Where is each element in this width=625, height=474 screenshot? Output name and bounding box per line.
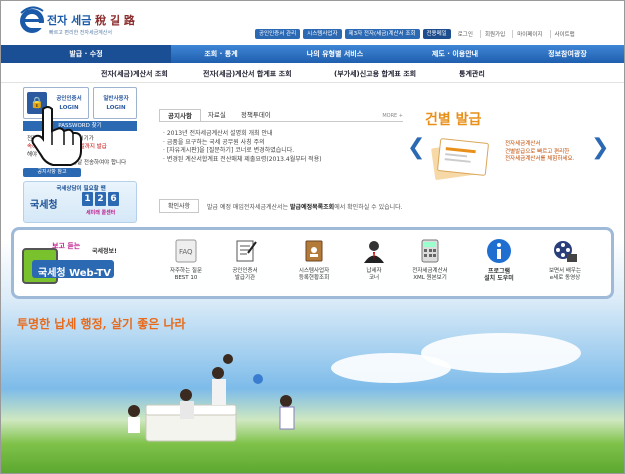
call-center-banner[interactable]: 국세상담이 필요할 땐 국세청 1 2 6 세미래 콜센터 (23, 181, 137, 223)
quick-label: 프로그램 설치 도우미 (484, 268, 514, 282)
call-center-name: 국세청 (30, 200, 58, 211)
confirm-bar: 확인사항 발급 예정 매입전자세금계산서는 발급예정목록조회에서 확인하실 수 … (159, 199, 609, 213)
quick-label: 보면서 배우는 e세로 동영상 (548, 268, 582, 281)
notice-list: · 2013년 전자세금계산서 설명회 개최 안내 · 금품을 요구하는 국세 … (159, 121, 403, 185)
nav-inquiry[interactable]: 조회 · 통계 (171, 45, 271, 63)
info-icon (487, 239, 511, 263)
web-tv-banner[interactable]: 국세청 Web-TV 보고 듣는 국세정보! (22, 238, 140, 292)
tab-archive[interactable]: 자료실 (200, 109, 234, 121)
mypage-link[interactable]: 마이페이지 (512, 30, 543, 38)
book-icon (305, 240, 323, 262)
notice-board: 공지사항 자료실 정책투데이 MORE + · 2013년 전자세금계산서 설명… (159, 109, 403, 191)
cert-manage-link[interactable]: 공인인증서 관리 (255, 29, 301, 39)
main-nav: 발급 · 수정 조회 · 통계 나의 유형별 서비스 제도 · 이용안내 정보참… (1, 45, 624, 63)
confirm-text: 발급 예정 매입전자세금계산서는 발급예정목록조회에서 확인하실 수 있습니다. (207, 204, 403, 211)
subnav-vat-summary[interactable]: (부가세)신고용 합계표 조회 (334, 69, 416, 79)
general-login-label: 일반사용자 LOGIN (103, 96, 129, 111)
quick-label: 자주하는 질문 BEST 10 (169, 268, 203, 281)
quick-xml-view[interactable]: 전자세금계산서 XML 원본보기 (400, 238, 460, 294)
quick-label: 공인인증서 발급기관 (232, 268, 258, 281)
quick-label: 시스템사업자 등록현황조회 (298, 268, 330, 281)
tab-policy-today[interactable]: 정책투데이 (233, 109, 279, 121)
banner-text: 전자세금계산서 건별발급으로 빠르고 편리한 전자세금계산서를 체험하세요. (505, 141, 575, 162)
tab-confirm[interactable]: 확인사항 (159, 199, 200, 213)
faq-icon: FAQ (175, 239, 197, 263)
quick-cert-issuer[interactable]: 공인인증서 발급기관 (215, 238, 275, 294)
list-item[interactable]: · 변경된 계산서합계표 전산매체 제출요령(2013.4월부터 적용) (163, 156, 401, 165)
third-party-invoice-link[interactable]: 제3자 전자(세금)계산서 조회 (344, 29, 420, 39)
logo-subtitle: 빠르고 편리한 전자세금계산서 (49, 30, 112, 36)
quick-label: 납세자 코너 (366, 268, 382, 281)
general-login-button[interactable]: 일반사용자 LOGIN (93, 87, 137, 119)
slogan: 투명한 납세 행정, 살기 좋은 나라 (17, 317, 186, 331)
nav-guide[interactable]: 제도 · 이용안내 (399, 45, 511, 63)
hand-cursor-icon (31, 106, 82, 166)
browser-frame: 전자 세금 稅 길 路 빠르고 편리한 전자세금계산서 공인인증서 관리 시스템… (0, 0, 625, 474)
chevron-right-icon[interactable]: ❯ (591, 135, 609, 160)
chevron-left-icon[interactable]: ❮ (407, 135, 425, 160)
scheduled-list-link[interactable]: 발급예정목록조회 (290, 204, 334, 211)
subnav-invoice-inquiry[interactable]: 전자(세금)계산서 조회 (101, 69, 168, 79)
list-item[interactable]: · 금품을 요구하는 국세 공무원 사칭 주의 (163, 139, 401, 148)
quick-video[interactable]: 보면서 배우는 e세로 동영상 (535, 238, 595, 294)
tel-digit: 1 (82, 192, 93, 206)
nav-participation[interactable]: 정보참여광장 (511, 45, 624, 63)
web-tv-label: 국세청 Web-TV (38, 268, 111, 279)
notice-tabs: 공지사항 자료실 정책투데이 (159, 109, 278, 121)
e-logo-icon (20, 6, 44, 33)
tel-digit: 2 (95, 192, 106, 206)
person-icon (364, 241, 384, 263)
quick-install-helper[interactable]: 프로그램 설치 도우미 (469, 238, 529, 294)
dedicated-mail-link[interactable]: 전용메일 (422, 29, 451, 39)
site-logo[interactable]: 전자 세금 稅 길 路 빠르고 편리한 전자세금계산서 (19, 5, 169, 39)
signup-link[interactable]: 회원가입 (479, 30, 505, 38)
site-header: 전자 세금 稅 길 路 빠르고 편리한 전자세금계산서 공인인증서 관리 시스템… (1, 1, 624, 45)
sitemap-link[interactable]: 사이트맵 (549, 30, 575, 38)
top-links: 공인인증서 관리 시스템사업자 제3자 전자(세금)계산서 조회 전용메일 로그… (255, 29, 575, 39)
call-center-sub: 세미래 콜센터 (86, 210, 116, 216)
quick-taxpayer[interactable]: 납세자 코너 (344, 238, 404, 294)
tel-digit: 6 (108, 192, 119, 206)
web-tv-caption-2: 국세정보! (92, 248, 117, 255)
certificate-icon (236, 240, 257, 262)
login-link[interactable]: 로그인 (458, 30, 473, 38)
subnav-statistics[interactable]: 통계관리 (459, 69, 485, 79)
film-reel-icon (554, 241, 577, 262)
promo-banner[interactable]: ❮ ❯ 건별 발급 전자세금계산서 건별발급으로 빠르고 편리한 전자세금계산서… (405, 107, 615, 191)
calculator-icon (421, 239, 439, 263)
quick-menu-bar: 국세청 Web-TV 보고 듣는 국세정보! FAQ 자주하는 질문 BEST 1… (11, 227, 614, 299)
family-illustration (128, 354, 295, 442)
quick-label: 전자세금계산서 XML 원본보기 (412, 268, 448, 281)
more-link[interactable]: MORE + (382, 113, 403, 119)
list-item[interactable]: · [자유게시판]을 [질문하기] 코너로 변경하였습니다. (163, 147, 401, 156)
notice-reference-tag[interactable]: 공지사항 참고 (23, 168, 81, 177)
nav-my-service[interactable]: 나의 유형별 서비스 (271, 45, 399, 63)
logo-title: 전자 세금 稅 길 路 (47, 14, 135, 27)
system-provider-link[interactable]: 시스템사업자 (303, 29, 342, 39)
list-item[interactable]: · 2013년 전자세금계산서 설명회 개최 안내 (163, 130, 401, 139)
svg-text:FAQ: FAQ (179, 248, 193, 256)
quick-system-provider[interactable]: 시스템사업자 등록현황조회 (284, 238, 344, 294)
invoice-card-icon (431, 138, 489, 180)
subnav-summary-inquiry[interactable]: 전자(세금)계산서 합계표 조회 (203, 69, 292, 79)
nav-issue[interactable]: 발급 · 수정 (1, 45, 171, 63)
banner-title: 건별 발급 (425, 112, 482, 128)
quick-faq[interactable]: FAQ 자주하는 질문 BEST 10 (156, 238, 216, 294)
sub-nav: 전자(세금)계산서 조회 전자(세금)계산서 합계표 조회 (부가세)신고용 합… (1, 63, 624, 83)
web-tv-caption: 보고 듣는 (52, 242, 81, 250)
call-center-title: 국세상담이 필요할 땐 (56, 186, 106, 192)
tab-notice[interactable]: 공지사항 (159, 109, 201, 121)
